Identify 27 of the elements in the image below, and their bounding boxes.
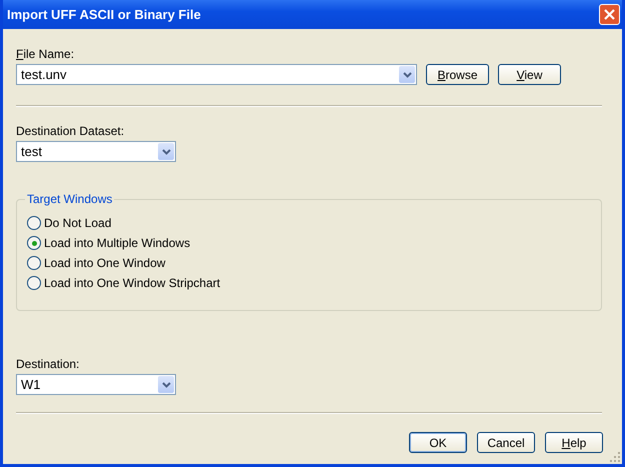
dialog-button[interactable]: Browse: [426, 64, 489, 85]
file-name-combo[interactable]: test.unv: [16, 64, 417, 85]
resize-grip-icon[interactable]: [609, 451, 621, 463]
radio-label[interactable]: Load into One Window Stripchart: [44, 276, 220, 290]
dialog-button[interactable]: View: [498, 64, 561, 85]
group-title: Target Windows: [25, 192, 114, 206]
window-title: Import UFF ASCII or Binary File: [7, 7, 201, 22]
destination-label: Destination:: [16, 357, 80, 371]
dialog-button[interactable]: Help: [545, 432, 603, 453]
destination-dataset-combo[interactable]: test: [16, 141, 176, 162]
destination-dataset-label: Destination Dataset:: [16, 124, 124, 138]
destination-dataset-value: test: [21, 144, 42, 159]
close-button[interactable]: [599, 4, 620, 25]
radio-button[interactable]: [27, 236, 41, 250]
destination-value: W1: [21, 377, 40, 392]
radio-button[interactable]: [27, 256, 41, 270]
radio-label[interactable]: Load into Multiple Windows: [44, 236, 190, 250]
file-name-label: File Name:: [16, 47, 74, 61]
radio-label[interactable]: Load into One Window: [44, 256, 166, 270]
close-icon: [603, 8, 616, 21]
radio-button[interactable]: [27, 276, 41, 290]
radio-label[interactable]: Do Not Load: [44, 216, 112, 230]
radio-button[interactable]: [27, 216, 41, 230]
dialog-button[interactable]: Cancel: [477, 432, 535, 453]
destination-combo[interactable]: W1: [16, 374, 176, 395]
file-name-value: test.unv: [21, 67, 67, 82]
dialog-button[interactable]: OK: [409, 432, 467, 453]
